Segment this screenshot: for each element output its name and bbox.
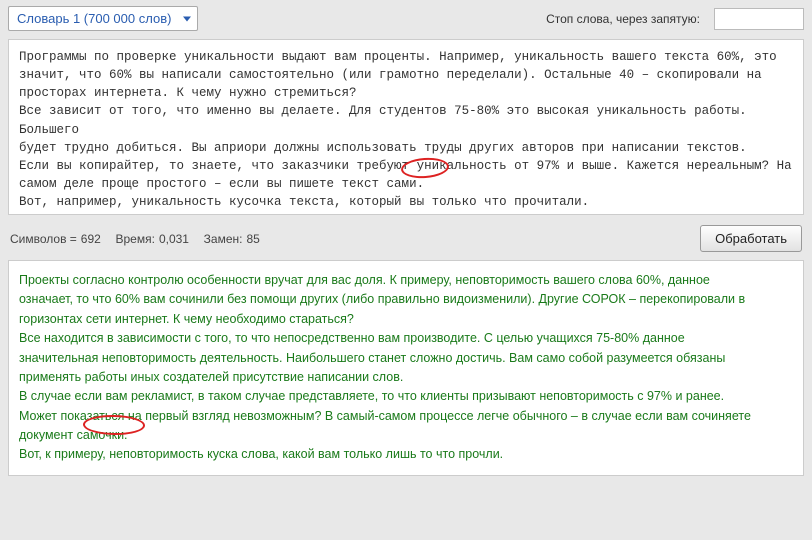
input-line: Если вы копирайтер, то знаете, что заказ… xyxy=(19,157,793,175)
chars-value: 692 xyxy=(81,232,101,246)
output-line: горизонтах сети интернет. К чему необход… xyxy=(19,310,793,329)
chars-label: Символов = xyxy=(10,232,77,246)
input-line: будет трудно добиться. Вы априори должны… xyxy=(19,139,793,157)
output-text-panel: Проекты согласно контролю особенности вр… xyxy=(8,260,804,476)
output-line: применять работы иных создателей присутс… xyxy=(19,368,793,387)
process-button[interactable]: Обработать xyxy=(700,225,802,252)
chevron-down-icon xyxy=(183,16,191,21)
output-line: Вот, к примеру, неповторимость куска сло… xyxy=(19,445,793,464)
input-line: Все зависит от того, что именно вы делае… xyxy=(19,102,793,138)
output-line: Проекты согласно контролю особенности вр… xyxy=(19,271,793,290)
stop-words-input[interactable] xyxy=(714,8,804,30)
input-line: Программы по проверке уникальности выдаю… xyxy=(19,48,793,66)
dictionary-dropdown[interactable]: Словарь 1 (700 000 слов) xyxy=(8,6,198,31)
input-line: Вот, например, уникальность кусочка текс… xyxy=(19,193,793,211)
output-line: Все находится в зависимости с того, то ч… xyxy=(19,329,793,348)
stop-words-label: Стоп слова, через запятую: xyxy=(546,12,700,26)
input-text-panel[interactable]: Программы по проверке уникальности выдаю… xyxy=(8,39,804,215)
top-bar: Словарь 1 (700 000 слов) Стоп слова, чер… xyxy=(0,0,812,37)
replacements-value: 85 xyxy=(246,232,259,246)
time-label: Время: xyxy=(116,232,155,246)
replacements-label: Замен: xyxy=(204,232,243,246)
output-line: значительная неповторимость деятельность… xyxy=(19,349,793,368)
time-value: 0,031 xyxy=(159,232,189,246)
input-line: самом деле проще простого – если вы пише… xyxy=(19,175,793,193)
output-line: Может показаться на первый взгляд невозм… xyxy=(19,407,793,426)
output-line: В случае если вам рекламист, в таком слу… xyxy=(19,387,793,406)
output-line: означает, то что 60% вам сочинили без по… xyxy=(19,290,793,309)
input-line: просторах интернета. К чему нужно стреми… xyxy=(19,84,793,102)
stats-bar: Символов = 692 Время: 0,031 Замен: 85 Об… xyxy=(0,219,812,258)
output-line: документ самочки. xyxy=(19,426,793,445)
dictionary-label: Словарь 1 (700 000 слов) xyxy=(17,11,171,26)
input-line: значит, что 60% вы написали самостоятель… xyxy=(19,66,793,84)
